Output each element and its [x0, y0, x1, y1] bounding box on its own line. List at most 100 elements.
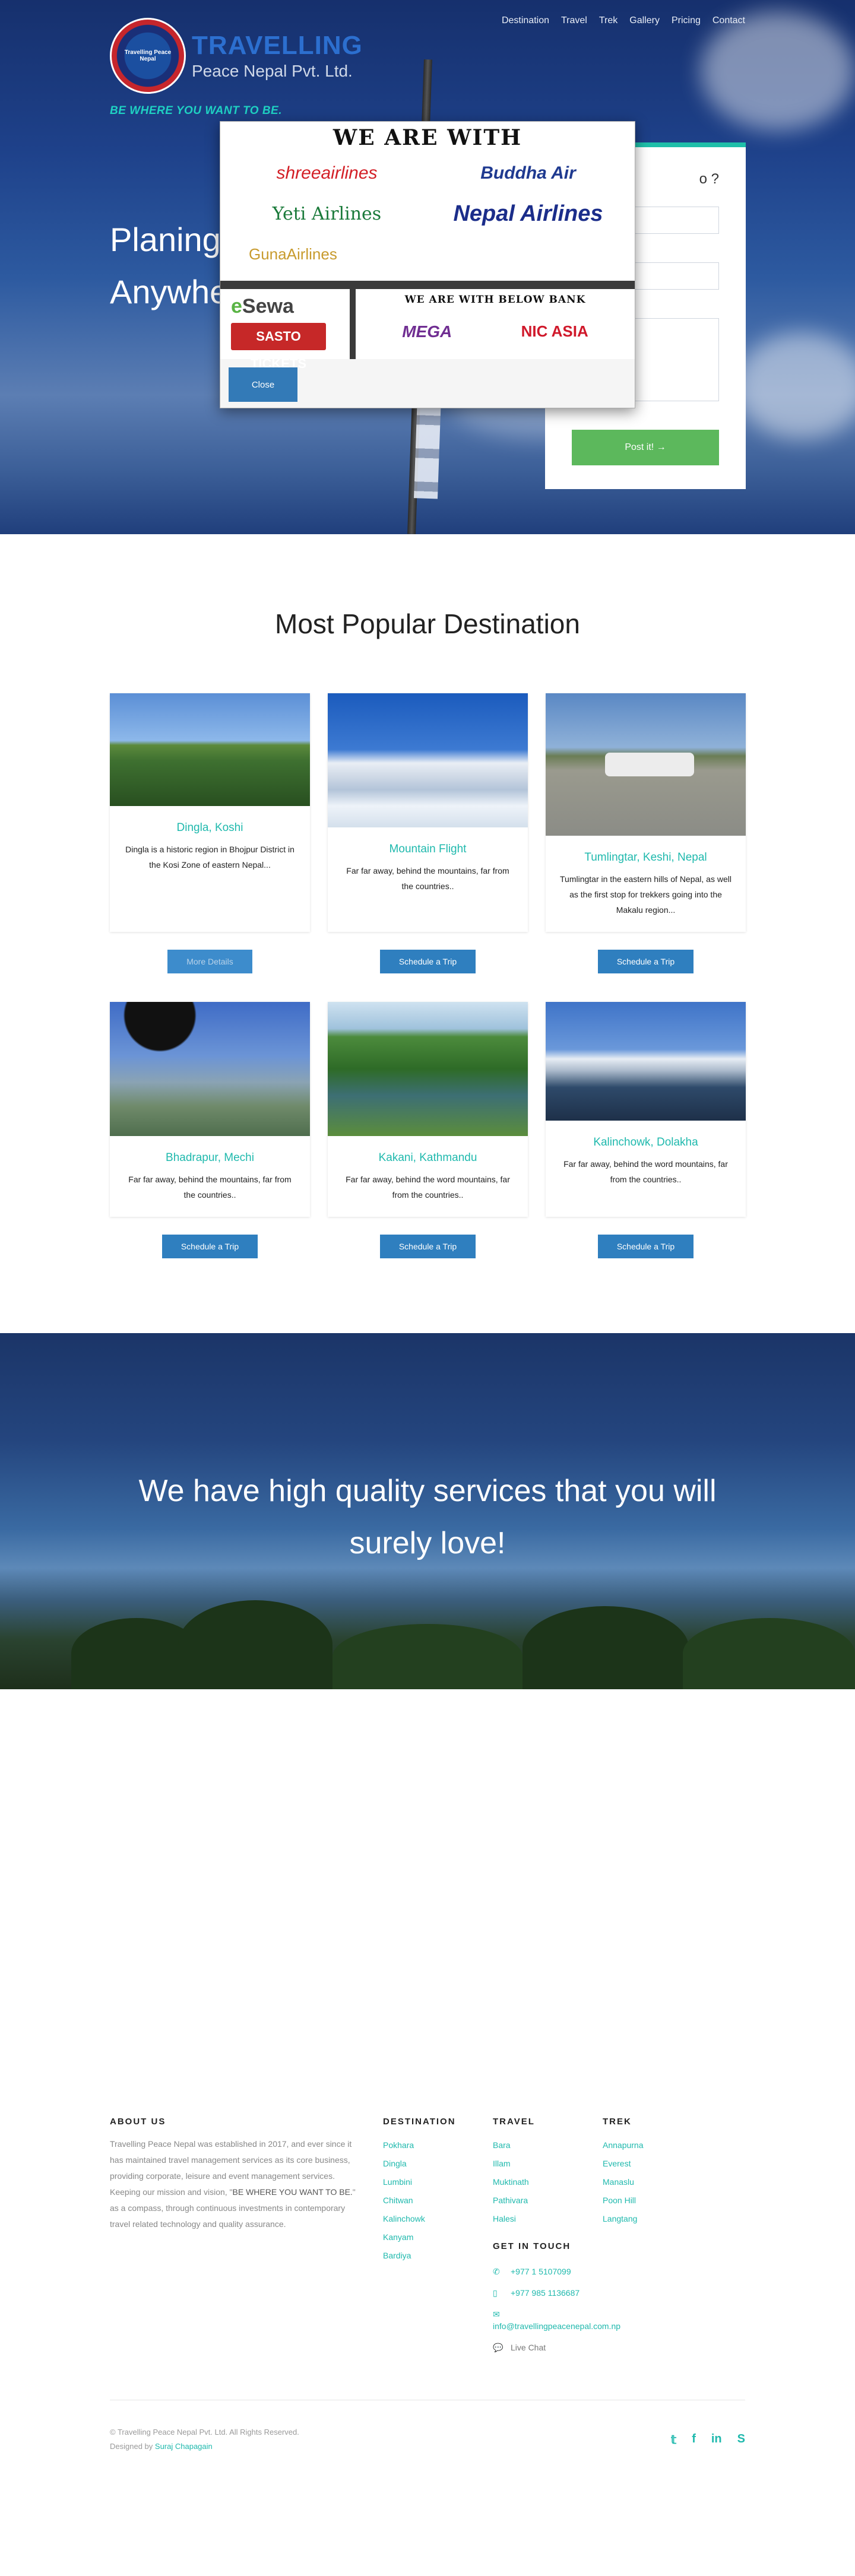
bank-logos: MEGA NIC ASIA [368, 322, 623, 341]
nav-pricing[interactable]: Pricing [672, 15, 701, 26]
destination-image [110, 1002, 310, 1136]
destination-title: Kalinchowk, Dolakha [593, 1136, 698, 1149]
destination-card[interactable]: Kakani, Kathmandu Far far away, behind t… [328, 1002, 528, 1217]
airline-logos: shreeairlines Buddha Air Yeti Airlines N… [231, 155, 624, 272]
skype-icon[interactable]: S [737, 2432, 745, 2447]
footer-link[interactable]: Langtang [603, 2210, 712, 2228]
footer-link[interactable]: Illam [493, 2155, 603, 2173]
footer-link[interactable]: Everest [603, 2155, 712, 2173]
footer-link[interactable]: Pathivara [493, 2191, 603, 2210]
destination-heading: DESTINATION [383, 2117, 456, 2127]
destination-image [328, 693, 528, 827]
destination-card[interactable]: Kalinchowk, Dolakha Far far away, behind… [546, 1002, 746, 1217]
chat-icon: 💬 [493, 2343, 504, 2352]
footer-link[interactable]: Muktinath [493, 2173, 603, 2191]
banner-tree [683, 1618, 855, 1689]
live-chat-link[interactable]: 💬 Live Chat [493, 2337, 712, 2358]
social-links: 𝕥 f in S [671, 2432, 745, 2447]
logo-guna-airlines: GunaAirlines [249, 245, 337, 263]
footer-travel: TRAVEL Bara Illam Muktinath Pathivara Ha… [493, 2117, 603, 2228]
destination-title: Kakani, Kathmandu [378, 1151, 477, 1164]
logo-buddha-air: Buddha Air [480, 163, 576, 183]
destination-title: Dingla, Koshi [176, 821, 243, 834]
destination-image [546, 1002, 746, 1121]
destination-title: Tumlingtar, Keshi, Nepal [584, 851, 707, 864]
destination-desc: Dingla is a historic region in Bhojpur D… [125, 845, 294, 870]
footer-link[interactable]: Poon Hill [603, 2191, 712, 2210]
nav-gallery[interactable]: Gallery [629, 15, 660, 26]
phone-icon: ✆ [493, 2267, 500, 2276]
footer-link[interactable]: Annapurna [603, 2136, 712, 2155]
top-nav: Destination Travel Trek Gallery Pricing … [502, 15, 745, 26]
hero-heading-line1: Planing [110, 221, 221, 258]
destination-image [328, 1002, 528, 1136]
destination-image [110, 693, 310, 806]
hero-heading-line2: Anywhe [110, 273, 229, 310]
footer-link[interactable]: Lumbini [383, 2173, 493, 2191]
schedule-trip-button[interactable]: Schedule a Trip [597, 950, 694, 973]
close-button[interactable]: Close [229, 367, 297, 402]
designer-link[interactable]: Suraj Chapagain [155, 2442, 213, 2451]
modal-payment-panel: eSewa SASTO TICKETS WE ARE WITH BELOW BA… [220, 289, 635, 371]
footer-link[interactable]: Bardiya [383, 2247, 493, 2265]
nav-travel[interactable]: Travel [561, 15, 587, 26]
destination-card[interactable]: Mountain Flight Far far away, behind the… [328, 693, 528, 932]
logo-nepal-airlines: Nepal Airlines [453, 201, 603, 226]
facebook-icon[interactable]: f [692, 2432, 696, 2447]
bank-panel: WE ARE WITH BELOW BANK MEGA NIC ASIA [356, 289, 635, 359]
footer-link[interactable]: Kalinchowk [383, 2210, 493, 2228]
touch-heading: GET IN TOUCH [493, 2241, 571, 2251]
destination-title: Bhadrapur, Mechi [166, 1151, 254, 1164]
footer-link[interactable]: Dingla [383, 2155, 493, 2173]
destination-card[interactable]: Dingla, Koshi Dingla is a historic regio… [110, 693, 310, 932]
nav-contact[interactable]: Contact [712, 15, 745, 26]
destination-desc: Far far away, behind the mountains, far … [128, 1175, 292, 1200]
schedule-trip-button[interactable]: Schedule a Trip [597, 1235, 694, 1258]
footer-link[interactable]: Bara [493, 2136, 603, 2155]
logo-sasto-tickets: SASTO TICKETS [231, 323, 326, 371]
destination-grid: Dingla, Koshi Dingla is a historic regio… [110, 693, 746, 1258]
footer-link[interactable]: Manaslu [603, 2173, 712, 2191]
contact-email[interactable]: ✉ info@travellingpeacenepal.com.np [493, 2308, 712, 2332]
logo-esewa: eSewa [231, 295, 294, 318]
travel-heading: TRAVEL [493, 2117, 535, 2127]
modal-airlines-panel: WE ARE WITH shreeairlines Buddha Air Yet… [220, 122, 635, 281]
footer-link[interactable]: Pokhara [383, 2136, 493, 2155]
destination-image [546, 693, 746, 836]
popular-section: Most Popular Destination Dingla, Koshi D… [0, 534, 855, 1333]
footer-link[interactable]: Kanyam [383, 2228, 493, 2247]
linkedin-icon[interactable]: in [711, 2432, 722, 2447]
logo-nic-asia: NIC ASIA [521, 322, 588, 340]
footer-link[interactable]: Chitwan [383, 2191, 493, 2210]
trek-heading: TREK [603, 2117, 632, 2127]
destination-title: Mountain Flight [389, 843, 467, 855]
destination-desc: Far far away, behind the mountains, far … [346, 866, 509, 891]
footer-link[interactable]: Halesi [493, 2210, 603, 2228]
destination-card[interactable]: Bhadrapur, Mechi Far far away, behind th… [110, 1002, 310, 1217]
banner-tree [522, 1606, 689, 1689]
contact-phone-1[interactable]: ✆ +977 1 5107099 [493, 2261, 712, 2282]
copyright: © Travelling Peace Nepal Pvt. Ltd. All R… [110, 2428, 299, 2451]
more-details-button[interactable]: More Details [167, 950, 252, 973]
logo-shree-airlines: shreeairlines [276, 163, 378, 183]
hero-cloud [736, 332, 855, 439]
logo-seal-icon: Travelling Peace Nepal [110, 18, 186, 94]
hero-cloud [701, 12, 855, 131]
schedule-trip-button[interactable]: Schedule a Trip [162, 1235, 258, 1258]
destination-card[interactable]: Tumlingtar, Keshi, Nepal Tumlingtar in t… [546, 693, 746, 932]
about-text: Travelling Peace Nepal was established i… [110, 2139, 356, 2229]
logo-mega-bank: MEGA [402, 322, 452, 341]
banner-tree [332, 1624, 522, 1689]
contact-phone-2[interactable]: ▯ +977 985 1136687 [493, 2282, 712, 2304]
nav-destination[interactable]: Destination [502, 15, 549, 26]
logo-yeti-airlines: Yeti Airlines [272, 203, 382, 224]
schedule-trip-button[interactable]: Schedule a Trip [379, 950, 476, 973]
hero-section: Travelling Peace Nepal TRAVELLING Peace … [0, 0, 855, 534]
twitter-icon[interactable]: 𝕥 [671, 2432, 676, 2447]
site-logo[interactable]: Travelling Peace Nepal TRAVELLING Peace … [110, 18, 363, 94]
schedule-trip-button[interactable]: Schedule a Trip [379, 1235, 476, 1258]
modal-divider [220, 281, 635, 289]
envelope-icon: ✉ [493, 2309, 500, 2319]
nav-trek[interactable]: Trek [599, 15, 618, 26]
post-button[interactable]: Post it! → [572, 430, 719, 465]
